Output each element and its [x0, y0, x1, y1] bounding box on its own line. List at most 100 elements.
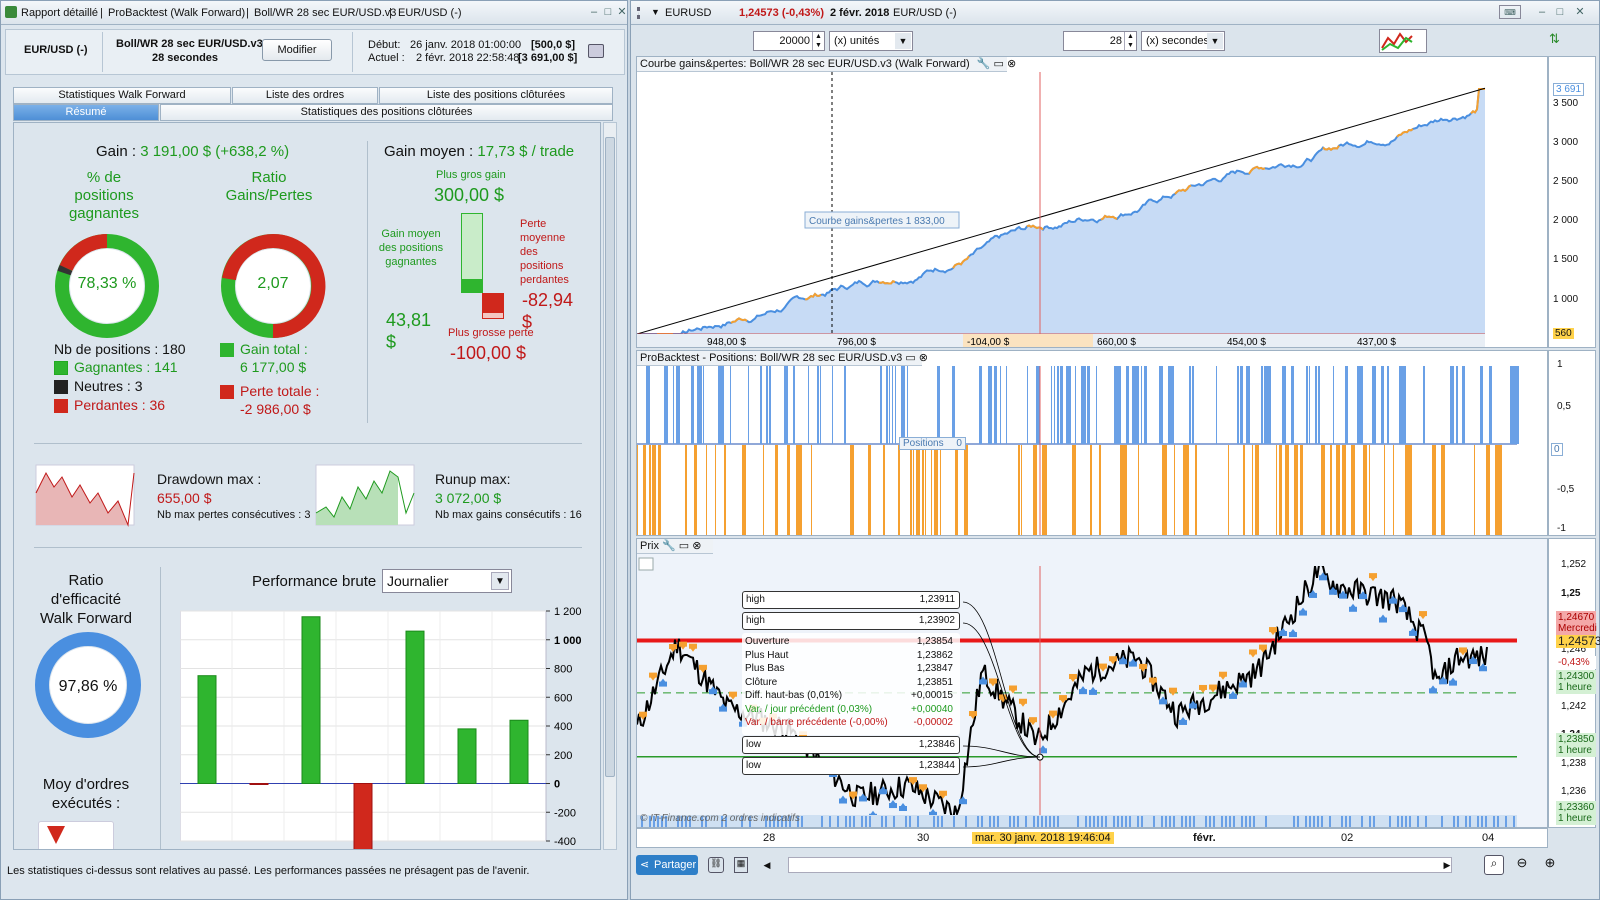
order-tick: [1329, 816, 1331, 827]
close-icon[interactable]: ✕: [1573, 5, 1587, 19]
zoom-in-icon[interactable]: ⊕: [1540, 855, 1560, 875]
seconds-select[interactable]: (x) secondes ▼: [1141, 31, 1225, 51]
tab-closed-positions-stats[interactable]: Statistiques des positions clôturées: [160, 104, 613, 121]
close-icon[interactable]: ⊗: [692, 540, 701, 552]
tab-orders-list[interactable]: Liste des ordres: [232, 87, 378, 104]
tooltip-high-1: high 1,23911: [742, 591, 960, 609]
order-tick: [1153, 816, 1155, 827]
buy-arrow: [1290, 629, 1296, 634]
modify-button[interactable]: Modifier: [262, 39, 332, 61]
price-tick: 1,252: [1561, 559, 1587, 571]
short-position: [922, 445, 924, 535]
scroll-right-icon[interactable]: ▶: [1440, 857, 1454, 873]
sell-arrow: [1210, 688, 1216, 693]
long-position: [1087, 366, 1090, 444]
calc-icon[interactable]: ▦: [734, 857, 748, 873]
window-icon[interactable]: ▭: [905, 352, 915, 364]
wrench-icon[interactable]: 🔧: [662, 540, 676, 552]
tab-summary[interactable]: Résumé: [13, 104, 159, 121]
price-tick: 1,242: [1561, 701, 1587, 713]
long-position: [1240, 366, 1243, 444]
short-position: [1099, 445, 1101, 535]
stepper-icon[interactable]: ▲ ▼: [812, 32, 824, 50]
strategy-name: Boll/WR 28 sec EUR/USD.v3: [116, 38, 263, 50]
close-icon[interactable]: ⊗: [1007, 58, 1016, 70]
perf-select[interactable]: Journalier ▼: [382, 569, 512, 593]
chart-type-icon[interactable]: [1379, 29, 1427, 53]
order-tick: [1013, 816, 1015, 827]
order-tick: [881, 816, 883, 827]
equity-label: Courbe gains&pertes 1 833,00: [809, 216, 945, 227]
symbol[interactable]: EURUSD: [665, 7, 711, 19]
x-axis-label: févr.: [1193, 832, 1216, 844]
buy-arrow: [710, 686, 716, 691]
maximize-icon[interactable]: □: [601, 5, 615, 19]
long-position: [1318, 366, 1320, 444]
long-position: [1381, 366, 1384, 444]
perte-totale-swatch: [220, 385, 234, 399]
tab-strategy[interactable]: Boll/WR 28 sec EUR/USD.v3: [254, 7, 396, 19]
tooltip-connector: [962, 601, 1041, 758]
window-icon[interactable]: ▭: [994, 58, 1004, 70]
units-select[interactable]: (x) unités ▼: [829, 31, 913, 51]
scroll-thumb[interactable]: [605, 137, 615, 777]
perf-tick: 800: [554, 664, 572, 676]
short-position: [1186, 445, 1189, 535]
maximize-icon[interactable]: □: [1553, 5, 1567, 19]
wrench-icon[interactable]: 🔧: [977, 58, 991, 70]
dropdown-icon[interactable]: ▼: [651, 7, 660, 17]
close-icon[interactable]: ⊗: [919, 352, 928, 364]
scrollbar[interactable]: [603, 122, 617, 850]
gain-total-value: 6 177,00 $: [240, 359, 307, 375]
long-position: [1159, 366, 1163, 444]
long-position: [1054, 366, 1055, 444]
order-tick: [1245, 816, 1247, 827]
order-tick: [837, 816, 839, 827]
close-icon[interactable]: ✕: [615, 5, 629, 19]
print-icon[interactable]: [588, 44, 604, 58]
long-position: [844, 366, 846, 444]
zoom-fit-icon[interactable]: ⌕: [1484, 855, 1504, 875]
stepper-icon[interactable]: ▲ ▼: [1124, 32, 1136, 50]
share-icon: ⋖: [640, 859, 650, 871]
order-tick: [1165, 816, 1167, 827]
long-position: [748, 366, 749, 444]
tab-instrument[interactable]: EUR/USD (-): [398, 7, 462, 19]
share-button[interactable]: ⋖ Partager: [636, 855, 698, 875]
minimize-icon[interactable]: –: [587, 5, 601, 19]
long-position: [1057, 366, 1059, 444]
link-icon[interactable]: ⛓: [708, 857, 724, 873]
keyboard-icon[interactable]: ⌨: [1499, 5, 1521, 19]
horizontal-scrollbar[interactable]: [788, 857, 1452, 873]
tab-rapport[interactable]: Rapport détaillé: [21, 7, 98, 19]
short-position: [1252, 445, 1253, 535]
short-position: [685, 445, 687, 535]
order-tick: [1441, 816, 1443, 827]
zoom-out-icon[interactable]: ⊖: [1512, 855, 1532, 875]
pin-icon[interactable]: ⇅: [1549, 31, 1567, 51]
long-position: [1402, 366, 1406, 444]
tab-walk-forward-stats[interactable]: Statistiques Walk Forward: [13, 87, 231, 104]
minimize-icon[interactable]: –: [1535, 5, 1549, 19]
tab-closed-positions[interactable]: Liste des positions clôturées: [379, 87, 613, 104]
order-tick: [1309, 816, 1311, 827]
drawdown-sub: Nb max pertes consécutives : 3: [157, 509, 311, 521]
units-input[interactable]: 20000 ▲ ▼: [753, 31, 825, 51]
seconds-input[interactable]: 28 ▲ ▼: [1063, 31, 1137, 51]
positions-tick: 0: [1551, 443, 1563, 456]
order-tick: [1397, 816, 1399, 827]
short-position: [637, 445, 638, 535]
window-icon[interactable]: ▭: [679, 540, 689, 552]
equity-loss-segment: [878, 280, 896, 285]
order-tick: [1173, 816, 1175, 827]
order-tick: [1481, 816, 1483, 827]
period-value: 454,00 $: [1227, 337, 1266, 348]
order-tick: [1297, 816, 1299, 827]
buy-arrow: [1450, 677, 1456, 682]
scroll-left-icon[interactable]: ◀: [760, 857, 774, 873]
long-position: [907, 366, 908, 444]
long-position: [1075, 366, 1076, 444]
positions-tick: 0,5: [1557, 401, 1571, 412]
tab-probacktest[interactable]: ProBacktest (Walk Forward): [108, 7, 245, 19]
start-value: [500,0 $]: [531, 39, 576, 51]
